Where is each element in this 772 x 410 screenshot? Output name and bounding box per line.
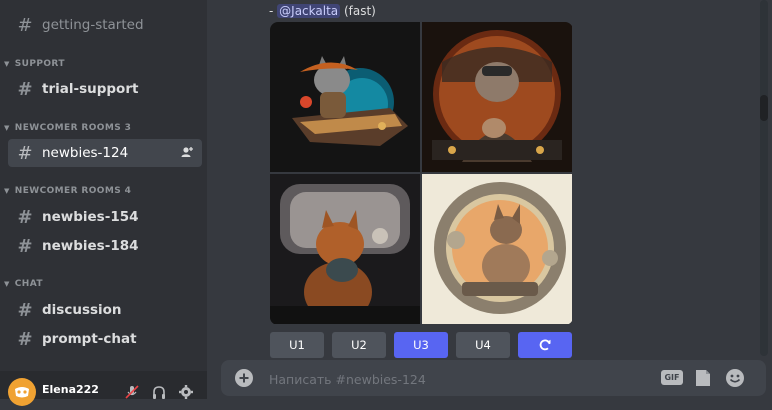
message-header: - @Jackalta (fast)	[269, 4, 376, 18]
microphone-muted-icon[interactable]	[124, 384, 140, 400]
upscale-u4-button[interactable]: U4	[456, 332, 510, 358]
headphones-icon[interactable]	[151, 384, 167, 400]
channel-label: discussion	[42, 302, 122, 318]
channel-newbies-124[interactable]: # newbies-124	[8, 139, 202, 167]
chevron-down-icon: ▼	[4, 280, 10, 288]
channel-prompt-chat[interactable]: # prompt-chat	[8, 325, 202, 353]
chat-area: - @Jackalta (fast) U1 U2 U3 U4 Написать …	[207, 0, 772, 399]
category-label: NEWCOMER ROOMS 3	[14, 123, 132, 133]
reroll-button[interactable]	[518, 332, 572, 358]
scrollbar-thumb[interactable]	[760, 95, 768, 121]
threads-hash-icon: #	[17, 235, 33, 257]
hash-icon: #	[17, 14, 33, 36]
category-newcomer-rooms-3[interactable]: ▼ NEWCOMER ROOMS 3	[4, 123, 131, 133]
channel-label: getting-started	[42, 17, 144, 33]
generated-image-1[interactable]	[270, 22, 420, 172]
threads-hash-icon: #	[17, 142, 33, 164]
channel-trial-support[interactable]: # trial-support	[8, 75, 202, 103]
channel-newbies-154[interactable]: # newbies-154	[8, 203, 202, 231]
message-suffix: (fast)	[340, 4, 376, 18]
channel-label: trial-support	[42, 81, 139, 97]
add-member-icon[interactable]	[180, 145, 194, 159]
avatar[interactable]	[8, 378, 36, 406]
add-attachment-icon[interactable]	[235, 369, 253, 387]
category-support[interactable]: ▼ SUPPORT	[4, 59, 65, 69]
generated-image-4[interactable]	[422, 174, 572, 324]
channel-discussion[interactable]: # discussion	[8, 296, 202, 324]
category-chat[interactable]: ▼ CHAT	[4, 279, 43, 289]
discord-logo-icon	[15, 387, 29, 398]
message-prefix: -	[269, 4, 278, 18]
channel-label: newbies-184	[42, 238, 139, 254]
upscale-u1-button[interactable]: U1	[270, 332, 324, 358]
image-grid[interactable]	[270, 22, 573, 325]
category-label: SUPPORT	[14, 59, 65, 69]
user-panel: Elena222	[0, 371, 207, 406]
channel-label: newbies-154	[42, 209, 139, 225]
channel-label: prompt-chat	[42, 331, 137, 347]
upscale-u2-button[interactable]: U2	[332, 332, 386, 358]
hash-icon: #	[17, 78, 33, 100]
channel-getting-started[interactable]: # getting-started	[8, 11, 202, 39]
username: Elena222	[42, 383, 99, 396]
channel-newbies-184[interactable]: # newbies-184	[8, 232, 202, 260]
scrollbar-track[interactable]	[760, 0, 768, 356]
emoji-icon[interactable]	[725, 368, 745, 388]
generated-image-2[interactable]	[422, 22, 572, 172]
hash-icon: #	[17, 299, 33, 321]
channel-sidebar: # getting-started ▼ SUPPORT # trial-supp…	[0, 0, 207, 406]
category-newcomer-rooms-4[interactable]: ▼ NEWCOMER ROOMS 4	[4, 186, 131, 196]
category-label: NEWCOMER ROOMS 4	[14, 186, 132, 196]
gif-button[interactable]: GIF	[661, 370, 683, 385]
upscale-u3-button[interactable]: U3	[394, 332, 448, 358]
generated-image-3[interactable]	[270, 174, 420, 324]
chevron-down-icon: ▼	[4, 187, 10, 195]
user-mention[interactable]: @Jackalta	[277, 4, 341, 18]
message-composer: GIF	[221, 360, 766, 396]
gear-icon[interactable]	[178, 384, 194, 400]
category-label: CHAT	[14, 279, 43, 289]
threads-hash-icon: #	[17, 206, 33, 228]
refresh-icon	[539, 339, 551, 351]
channel-label: newbies-124	[42, 145, 129, 161]
chevron-down-icon: ▼	[4, 60, 10, 68]
message-input[interactable]	[267, 369, 611, 389]
threads-hash-icon: #	[17, 328, 33, 350]
sticker-icon[interactable]	[695, 369, 711, 387]
chevron-down-icon: ▼	[4, 124, 10, 132]
